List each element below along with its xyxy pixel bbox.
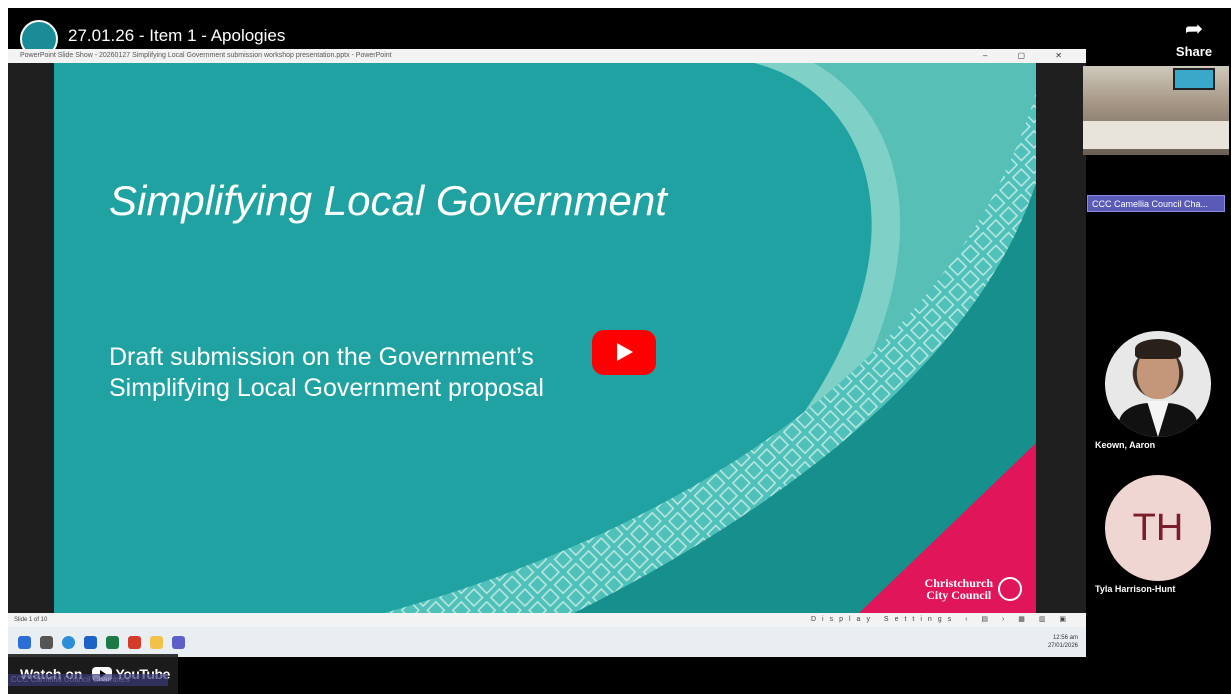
statusbar-controls[interactable]: Display Settings ‹ ▤ › ▦ ▥ ▣ xyxy=(811,613,1072,627)
taskbar-clock[interactable]: 12:56 am 27/01/2026 xyxy=(1048,634,1078,650)
youtube-play-button[interactable] xyxy=(592,330,656,375)
edge-icon[interactable] xyxy=(62,635,75,649)
share-arrow-icon: ➦ xyxy=(1184,16,1204,41)
file-explorer-icon[interactable] xyxy=(150,635,163,649)
avatar-hair xyxy=(1135,339,1181,359)
slide-counter: Slide 1 of 10 xyxy=(14,617,48,623)
logo-text-line2: City Council xyxy=(926,588,992,602)
slide-subtitle-line2: Simplifying Local Government proposal xyxy=(109,374,544,402)
search-icon[interactable] xyxy=(40,635,53,649)
display-settings[interactable]: Display Settings xyxy=(811,616,957,623)
clock-time: 12:56 am xyxy=(1052,635,1078,641)
windows-taskbar: 12:56 am 27/01/2026 xyxy=(8,627,1086,657)
participant-avatar-photo xyxy=(1105,331,1211,437)
christchurch-logo: Christchurch City Council xyxy=(925,577,1022,601)
slide: Simplifying Local Government Draft submi… xyxy=(54,63,1036,613)
participant-name-1: Keown, Aaron xyxy=(1095,440,1156,450)
participant-name-2: Tyla Harrison-Hunt xyxy=(1095,584,1176,594)
share-button[interactable]: ➦ Share xyxy=(1169,16,1219,60)
video-title[interactable]: 27.01.26 - Item 1 - Apologies xyxy=(68,26,285,46)
slide-subtitle: Draft submission on the Government’s Sim… xyxy=(109,342,669,404)
room-label: CCC Camellia Council Cha... xyxy=(1087,195,1225,212)
excel-icon[interactable] xyxy=(106,635,119,649)
video-player[interactable]: 27.01.26 - Item 1 - Apologies ➦ Share Po… xyxy=(8,8,1231,694)
share-label: Share xyxy=(1175,44,1213,59)
slide-title: Simplifying Local Government xyxy=(109,177,667,224)
powerpoint-icon[interactable] xyxy=(128,635,141,649)
clock-date: 27/01/2026 xyxy=(1047,643,1078,649)
room-screen xyxy=(1173,68,1215,90)
slide-subtitle-line1: Draft submission on the Government’s xyxy=(109,343,534,371)
ppt-titlebar: PowerPoint Slide Show - 20260127 Simplif… xyxy=(8,49,1086,63)
ppt-statusbar: Slide 1 of 10 Display Settings ‹ ▤ › ▦ ▥… xyxy=(8,613,1086,627)
powerpoint-window: PowerPoint Slide Show - 20260127 Simplif… xyxy=(8,49,1086,657)
cathedral-logo-icon xyxy=(998,577,1022,601)
room-camera-feed xyxy=(1083,66,1229,155)
teams-icon[interactable] xyxy=(172,635,185,649)
outlook-icon[interactable] xyxy=(84,635,97,649)
room-footer-label: CCC Camellia Council Chambers xyxy=(8,674,168,686)
window-controls: – ▢ ✕ xyxy=(982,51,1076,60)
slide-background-art xyxy=(54,63,1036,613)
ppt-window-title: PowerPoint Slide Show - 20260127 Simplif… xyxy=(20,52,392,59)
windows-start-icon[interactable] xyxy=(18,635,31,649)
participant-avatar-initials: TH xyxy=(1105,475,1211,581)
room-table xyxy=(1083,121,1229,149)
